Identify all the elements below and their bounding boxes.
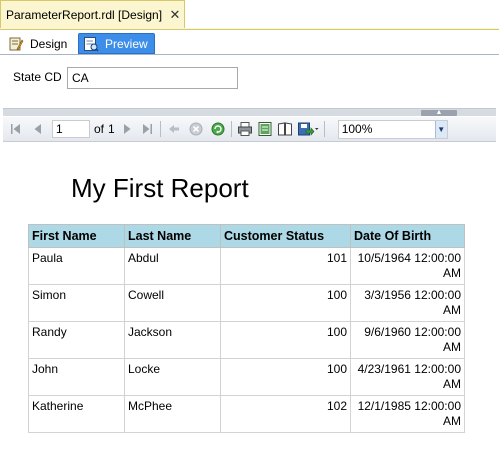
table-header-row: First Name Last Name Customer Status Dat…: [28, 224, 465, 248]
cell-first-name: John: [28, 358, 125, 396]
toolbar-separator: [323, 121, 325, 137]
previous-page-icon[interactable]: [30, 121, 46, 137]
cell-customer-status: 100: [220, 321, 351, 359]
page-total-label: 1: [108, 122, 115, 136]
parameter-splitter[interactable]: ▲: [3, 108, 496, 116]
parameter-area: State CD: [0, 56, 499, 108]
print-layout-icon[interactable]: [257, 121, 273, 137]
table-row: Simon Cowell 100 3/3/1956 12:00:00 AM: [28, 284, 465, 322]
state-cd-input[interactable]: [67, 67, 238, 89]
report-table: First Name Last Name Customer Status Dat…: [28, 224, 465, 433]
refresh-icon[interactable]: [210, 121, 226, 137]
tab-design-label: Design: [30, 36, 68, 51]
toolbar-separator: [230, 121, 232, 137]
current-page-input[interactable]: [52, 120, 90, 138]
cell-date-of-birth: 12/1/1985 12:00:00 AM: [350, 395, 465, 433]
state-cd-label: State CD: [13, 70, 62, 84]
column-header: Date Of Birth: [350, 224, 465, 248]
cell-last-name: Cowell: [124, 284, 221, 322]
cell-last-name: Locke: [124, 358, 221, 396]
chevron-down-icon[interactable]: ▼: [434, 120, 447, 138]
report-title: My First Report: [71, 173, 249, 203]
page-of-label: of: [94, 122, 105, 136]
document-tab[interactable]: ParameterReport.rdl [Design] ✕: [0, 0, 185, 28]
export-icon[interactable]: [297, 121, 319, 137]
toolbar-separator: [159, 121, 161, 137]
column-header: First Name: [28, 224, 125, 248]
stop-icon[interactable]: [188, 121, 204, 137]
first-page-icon[interactable]: [8, 121, 24, 137]
cell-customer-status: 100: [220, 284, 351, 322]
cell-first-name: Paula: [28, 247, 125, 285]
back-icon[interactable]: [166, 121, 182, 137]
report-viewer: My First Report First Name Last Name Cus…: [3, 143, 496, 450]
table-row: John Locke 100 4/23/1961 12:00:00 AM: [28, 358, 465, 396]
view-tabs: Design Preview: [0, 31, 499, 55]
last-page-icon[interactable]: [139, 121, 155, 137]
cell-customer-status: 100: [220, 358, 351, 396]
cell-last-name: McPhee: [124, 395, 221, 433]
table-row: Paula Abdul 101 10/5/1964 12:00:00 AM: [28, 247, 465, 285]
tab-preview[interactable]: Preview: [78, 33, 155, 54]
table-row: Katherine McPhee 102 12/1/1985 12:00:00 …: [28, 395, 465, 433]
column-header: Last Name: [124, 224, 221, 248]
cell-last-name: Jackson: [124, 321, 221, 359]
tab-underline: [0, 28, 499, 30]
zoom-value: 100%: [341, 122, 373, 136]
table-row: Randy Jackson 100 9/6/1960 12:00:00 AM: [28, 321, 465, 359]
tab-preview-label: Preview: [105, 36, 148, 51]
print-icon[interactable]: [237, 121, 253, 137]
page-setup-icon[interactable]: [277, 121, 293, 137]
column-header: Customer Status: [220, 224, 351, 248]
document-tab-title: ParameterReport.rdl [Design]: [6, 7, 163, 22]
cell-date-of-birth: 3/3/1956 12:00:00 AM: [350, 284, 465, 322]
cell-first-name: Randy: [28, 321, 125, 359]
cell-date-of-birth: 4/23/1961 12:00:00 AM: [350, 358, 465, 396]
cell-first-name: Katherine: [28, 395, 125, 433]
collapse-arrow-icon[interactable]: ▲: [421, 109, 457, 116]
close-icon[interactable]: ✕: [166, 7, 184, 23]
cell-date-of-birth: 10/5/1964 12:00:00 AM: [350, 247, 465, 285]
cell-date-of-birth: 9/6/1960 12:00:00 AM: [350, 321, 465, 359]
cell-last-name: Abdul: [124, 247, 221, 285]
next-page-icon[interactable]: [119, 121, 135, 137]
cell-first-name: Simon: [28, 284, 125, 322]
preview-icon: [83, 36, 99, 52]
report-toolbar: of 1 100% ▼: [3, 117, 496, 142]
document-tabstrip: ParameterReport.rdl [Design] ✕: [0, 0, 499, 30]
cell-customer-status: 102: [220, 395, 351, 433]
zoom-select[interactable]: 100% ▼: [337, 119, 448, 139]
design-icon: [8, 36, 24, 52]
cell-customer-status: 101: [220, 247, 351, 285]
tab-design[interactable]: Design: [4, 33, 73, 54]
